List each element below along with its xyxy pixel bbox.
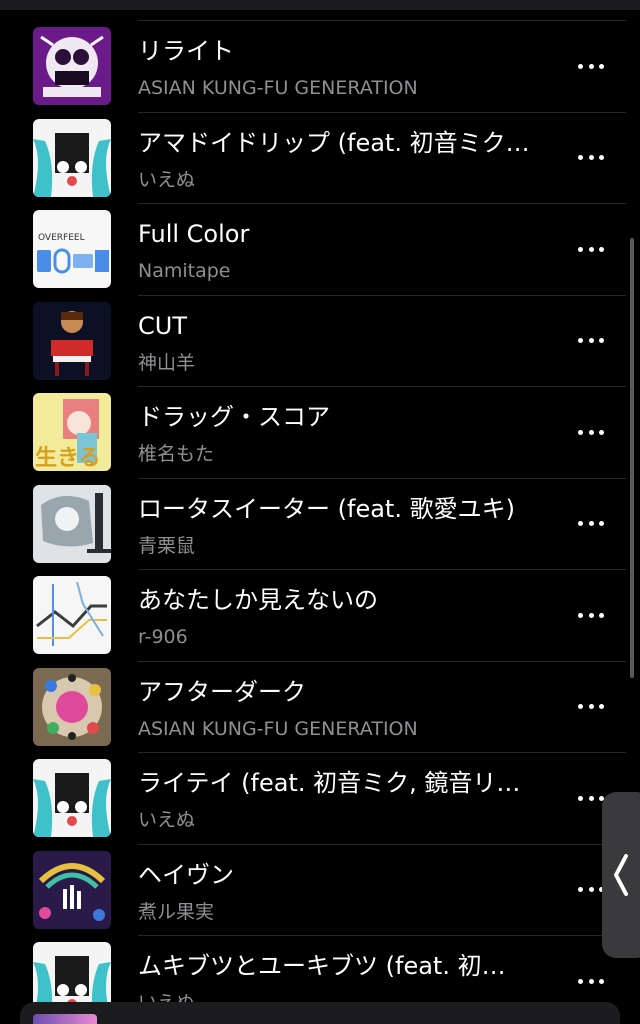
- ellipsis-icon[interactable]: [578, 697, 604, 717]
- album-art: [33, 301, 111, 380]
- track-artist: いえぬ: [138, 809, 196, 831]
- track-row[interactable]: あなたしか見えないの r-906: [0, 569, 640, 661]
- ellipsis-icon[interactable]: [578, 331, 604, 351]
- row-divider: [138, 477, 626, 479]
- track-row[interactable]: CUT 神山羊: [0, 294, 640, 387]
- track-row[interactable]: 生きる ドラッグ・スコア 椎名もた: [0, 386, 640, 478]
- ellipsis-icon[interactable]: [578, 605, 604, 625]
- row-divider: [138, 294, 626, 296]
- track-artist: ASIAN KUNG-FU GENERATION: [138, 717, 418, 740]
- mini-player-album-art: [33, 1014, 97, 1024]
- row-divider: [138, 569, 626, 570]
- album-art-label: OVERFEEL: [38, 233, 85, 243]
- album-art: OVERFEEL: [33, 210, 111, 288]
- track-title: CUT: [138, 311, 187, 340]
- ellipsis-icon[interactable]: [578, 56, 604, 76]
- track-artist: Namitape: [138, 260, 231, 282]
- track-artist: 煮ル果実: [138, 900, 215, 923]
- row-divider: [138, 203, 626, 204]
- album-art: 生きる: [33, 393, 111, 471]
- track-title: リライト: [138, 37, 234, 65]
- ellipsis-icon[interactable]: [578, 148, 604, 168]
- track-artist: 青栗鼠: [138, 534, 196, 557]
- track-artist: いえぬ: [138, 168, 196, 191]
- track-row[interactable]: ライテイ (feat. 初音ミク, 鏡音リ… いえぬ: [0, 752, 640, 844]
- track-title: アマドイドリップ (feat. 初音ミク…: [138, 128, 530, 157]
- row-divider: [138, 111, 626, 113]
- ellipsis-icon[interactable]: [578, 971, 604, 991]
- track-artist: 神山羊: [138, 351, 196, 374]
- chevron-left-icon: [614, 854, 628, 896]
- ellipsis-icon[interactable]: [578, 239, 604, 259]
- track-title: Full Color: [138, 220, 250, 248]
- track-title: ムキブツとユーキブツ (feat. 初…: [138, 952, 506, 980]
- top-bar: [0, 0, 640, 10]
- album-art: [33, 27, 111, 105]
- track-title: ロータスイーター (feat. 歌愛ユキ): [138, 494, 515, 523]
- row-divider: [138, 843, 626, 845]
- track-title: アフターダーク: [138, 677, 306, 706]
- track-row[interactable]: リライト ASIAN KUNG-FU GENERATION: [0, 20, 640, 112]
- ellipsis-icon[interactable]: [578, 788, 604, 808]
- ellipsis-icon[interactable]: [578, 422, 604, 442]
- row-divider: [138, 752, 626, 753]
- album-art: [33, 118, 111, 197]
- track-row[interactable]: OVERFEEL Full Color Namitape: [0, 203, 640, 295]
- album-art: [33, 576, 111, 654]
- album-art: [33, 759, 111, 837]
- row-divider: [138, 20, 626, 21]
- track-title: ドラッグ・スコア: [138, 403, 330, 431]
- album-art: [33, 850, 111, 929]
- side-handle[interactable]: [602, 792, 640, 958]
- album-art: [33, 484, 111, 563]
- ellipsis-icon[interactable]: [578, 514, 604, 534]
- track-title: ヘイヴン: [138, 860, 234, 889]
- track-list: リライト ASIAN KUNG-FU GENERATION アマドイドリップ (…: [0, 20, 640, 1024]
- track-row[interactable]: ロータスイーター (feat. 歌愛ユキ) 青栗鼠: [0, 477, 640, 570]
- album-art: [33, 667, 111, 746]
- ellipsis-icon[interactable]: [578, 880, 604, 900]
- track-row[interactable]: ヘイヴン 煮ル果実: [0, 843, 640, 936]
- scroll-indicator[interactable]: [630, 238, 634, 678]
- music-app-screen: リライト ASIAN KUNG-FU GENERATION アマドイドリップ (…: [0, 0, 640, 1024]
- mini-player-sheet[interactable]: [20, 1002, 620, 1024]
- row-divider: [138, 660, 626, 662]
- track-title: ライテイ (feat. 初音ミク, 鏡音リ…: [138, 769, 521, 797]
- track-title: あなたしか見えないの: [138, 586, 378, 614]
- row-divider: [138, 935, 626, 936]
- row-divider: [138, 386, 626, 387]
- track-row[interactable]: アマドイドリップ (feat. 初音ミク… いえぬ: [0, 111, 640, 204]
- album-art-label: 生きる: [35, 446, 101, 471]
- track-artist: 椎名もた: [138, 443, 215, 465]
- track-artist: r-906: [138, 626, 188, 648]
- track-row[interactable]: アフターダーク ASIAN KUNG-FU GENERATION: [0, 660, 640, 753]
- track-artist: ASIAN KUNG-FU GENERATION: [138, 77, 418, 99]
